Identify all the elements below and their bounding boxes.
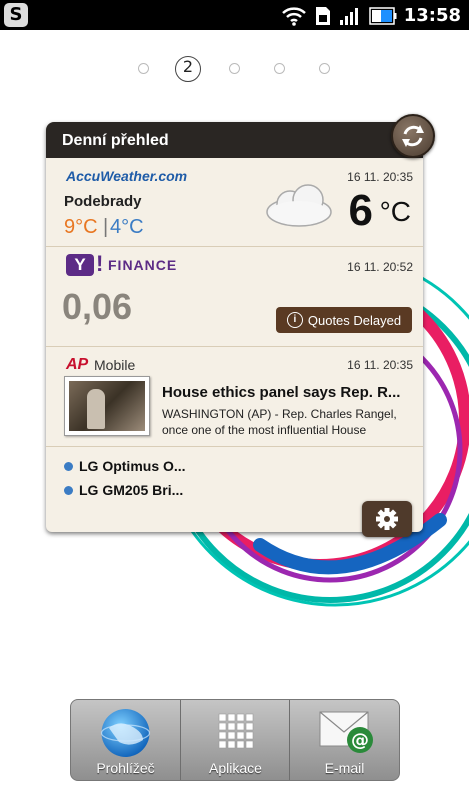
svg-text:@: @ (351, 730, 369, 751)
yahoo-logo: Y (66, 254, 94, 276)
dock-browser[interactable]: Prohlížeč (71, 700, 180, 780)
widget-title: Denní přehled (62, 132, 169, 149)
stock-value: 0,06 (62, 286, 133, 327)
news-section[interactable]: AP Mobile 16 11. 20:35 House ethics pane… (46, 346, 423, 447)
temperature-unit: °C (379, 196, 411, 227)
weather-low: 4°C (110, 216, 144, 238)
person-figure (87, 389, 105, 429)
ap-mobile-label: Mobile (94, 357, 136, 373)
yahoo-exclamation: ! (96, 251, 104, 276)
gear-icon (376, 508, 398, 530)
cloud-icon (266, 184, 332, 227)
finance-timestamp: 16 11. 20:52 (347, 260, 413, 274)
feed-item[interactable]: LG GM205 Bri... (64, 482, 183, 498)
info-icon: i (286, 312, 303, 328)
apps-grid-icon (218, 713, 254, 749)
feed-item-label: LG GM205 Bri... (79, 482, 184, 498)
dock-label: E-mail (324, 760, 365, 776)
quotes-delayed-label: Quotes Delayed (307, 312, 402, 328)
weather-separator: | (103, 216, 109, 238)
weather-timestamp: 16 11. 20:35 (347, 170, 413, 184)
feed-item-label: LG Optimus O... (79, 458, 186, 474)
dock-email[interactable]: @ E-mail (289, 700, 399, 780)
refresh-button[interactable] (391, 114, 435, 158)
weather-high: 9°C (64, 216, 98, 238)
weather-section[interactable]: AccuWeather.com 16 11. 20:35 Podebrady 9… (46, 158, 423, 247)
email-icon: @ (319, 711, 373, 753)
accuweather-logo: AccuWeather.com (66, 168, 188, 184)
widget-settings-button[interactable] (362, 501, 412, 537)
globe-icon (100, 709, 151, 757)
app-dock: Prohlížeč Aplikace @ E-mail (70, 699, 400, 781)
news-thumbnail[interactable] (64, 376, 150, 436)
dock-applications[interactable]: Aplikace (180, 700, 290, 780)
finance-section[interactable]: Y ! FINANCE 16 11. 20:52 0,06 i Quotes D… (46, 246, 423, 347)
feed-item[interactable]: LG Optimus O... (64, 458, 186, 474)
news-timestamp: 16 11. 20:35 (347, 358, 413, 372)
ap-logo: AP (66, 356, 89, 373)
daily-briefing-widget: Denní přehled AccuWeather.com 16 11. 20:… (46, 122, 423, 532)
weather-city: Podebrady (64, 193, 142, 210)
news-headline[interactable]: House ethics panel says Rep. R... (162, 384, 416, 401)
bullet-icon (64, 485, 73, 495)
finance-label: FINANCE (108, 257, 178, 273)
bullet-icon (64, 461, 73, 471)
quotes-delayed-button[interactable]: i Quotes Delayed (276, 307, 412, 333)
news-photo (69, 381, 145, 431)
news-snippet: WASHINGTON (AP) - Rep. Charles Rangel, o… (162, 407, 397, 437)
current-temperature: 6 (348, 186, 373, 235)
dock-label: Prohlížeč (96, 760, 155, 776)
widget-header: Denní přehled (46, 122, 423, 158)
refresh-icon (402, 125, 424, 147)
dock-label: Aplikace (209, 760, 262, 776)
